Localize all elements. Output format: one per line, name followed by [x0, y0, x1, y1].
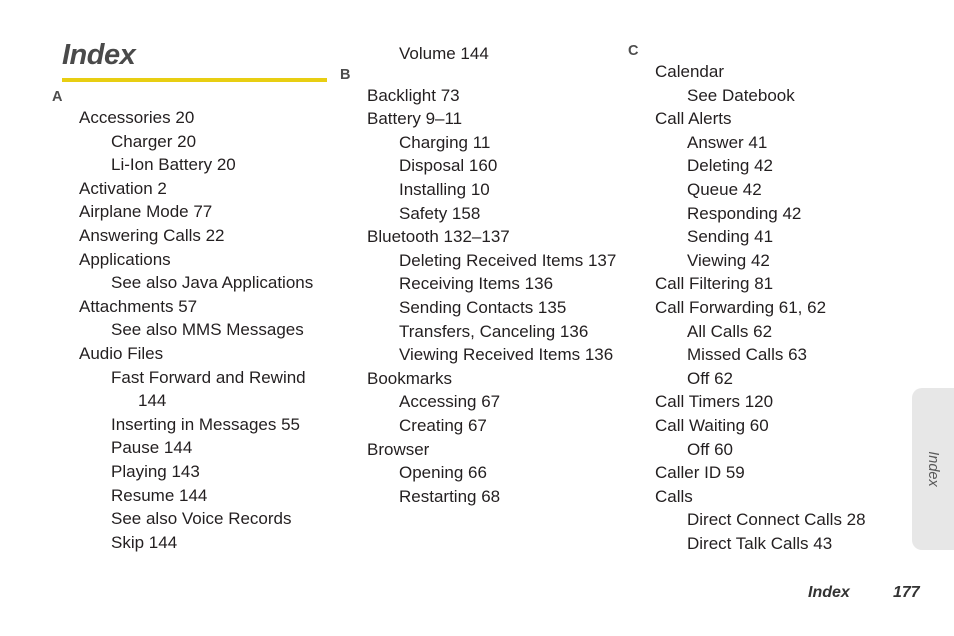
index-entry-level-2: Responding 42: [687, 203, 802, 223]
index-entry-level-1: Backlight 73: [367, 85, 460, 105]
index-entry-level-2: Deleting 42: [687, 156, 774, 176]
index-entry-level-2: Inserting in Messages 55: [111, 414, 300, 434]
index-entry-level-1: Call Alerts: [655, 109, 732, 129]
index-entry-level-1: Bookmarks: [367, 368, 453, 388]
index-columns: A Accessories 20 Charger 20 Li-Ion Battery …: [0, 0, 954, 636]
index-entry-level-2: Direct Connect Calls 28: [687, 510, 866, 530]
index-entry-level-1: Browser: [367, 439, 430, 459]
index-entry-level-1: Audio Files: [79, 343, 164, 363]
index-entry-level-2: Opening 66: [399, 463, 487, 483]
index-entry-level-1: Calls: [655, 486, 693, 506]
index-entry-level-1: Activation 2: [79, 178, 167, 198]
index-entry-level-2: Direct Talk Calls 43: [687, 533, 833, 553]
index-entry-level-2: Off 62: [687, 368, 733, 388]
index-entry-level-2: See also MMS Messages: [111, 320, 304, 340]
index-column-1: A Accessories 20 Charger 20 Li-Ion Battery …: [52, 0, 342, 554]
index-entry-level-1: Call Waiting 60: [655, 415, 769, 435]
index-entry-level-1: Accessories 20: [79, 108, 195, 127]
index-entry-level-2: Pause 144: [111, 438, 193, 458]
index-entry-level-2: Disposal 160: [399, 156, 498, 176]
index-entry-level-1: Attachments 57: [79, 296, 198, 316]
index-entry-level-2: Safety 158: [399, 203, 481, 223]
index-entry-level-1: Caller ID 59: [655, 463, 745, 483]
side-tab[interactable]: Index: [912, 388, 954, 550]
index-entry-level-2: Receiving Items 136: [399, 274, 554, 294]
index-entry-level-1: Call Forwarding 61, 62: [655, 297, 827, 317]
index-entry-level-2: Sending 41: [687, 227, 774, 247]
index-entry-level-2: Viewing Received Items 136: [399, 345, 614, 365]
index-entry-level-2: Sending Contacts 135: [399, 297, 567, 317]
index-entry-level-2: Li-Ion Battery 20: [111, 155, 236, 175]
index-entry-level-2: Transfers, Canceling 136: [399, 321, 589, 341]
index-entry-level-3: 144: [138, 391, 167, 411]
index-entry-level-1: Bluetooth 132–137: [367, 227, 510, 247]
index-column-3: C Calendar See Datebook Call Alerts Answer 4…: [628, 0, 918, 555]
index-entry-level-2: Answer 41: [687, 132, 768, 152]
index-entry-level-2: Charging 11: [399, 132, 491, 152]
index-entry-level-2: Resume 144: [111, 485, 208, 505]
index-entry-level-2: Playing 143: [111, 461, 200, 481]
index-entry-level-2: Off 60: [687, 439, 733, 459]
index-entry-level-2: Viewing 42: [687, 250, 770, 270]
index-entry-level-2: Volume 144: [399, 44, 489, 63]
index-entry-level-1: Answering Calls 22: [79, 225, 225, 245]
index-entry-level-2: Charger 20: [111, 131, 197, 151]
index-entry-level-2: Queue 42: [687, 179, 762, 199]
index-entry-level-2: Skip 144: [111, 532, 178, 552]
index-letter-heading: C: [628, 43, 639, 59]
index-entry-level-1: Call Filtering 81: [655, 274, 774, 294]
index-entry-level-2: Deleting Received Items 137: [399, 250, 617, 270]
index-entry-level-1: Applications: [79, 249, 171, 269]
index-entry-level-1: Calendar: [655, 62, 724, 81]
index-entry-level-1: Call Timers 120: [655, 392, 774, 412]
index-entry-level-2: Installing 10: [399, 179, 490, 199]
index-entry-level-2: See also Voice Records: [111, 509, 292, 529]
index-entry-level-1: Battery 9–11: [367, 109, 463, 129]
index-entry-level-2: See Datebook: [687, 85, 795, 105]
footer-section-label: Index: [808, 584, 850, 601]
index-letter-heading: A: [52, 89, 63, 105]
footer-page-number: 177: [893, 584, 920, 601]
index-column-2: Volume 144 B Backlight 73 Battery 9–11 Charg…: [340, 0, 630, 508]
index-page: Index A Accessories 20 Charger 20 Li-Ion Ba…: [0, 0, 954, 636]
side-tab-label: Index: [925, 451, 941, 487]
index-entry-level-2: Missed Calls 63: [687, 345, 807, 365]
index-entry-level-1: Airplane Mode 77: [79, 202, 213, 222]
index-entry-level-2: Accessing 67: [399, 392, 501, 412]
index-entry-level-2: Restarting 68: [399, 486, 501, 506]
index-entry-level-2: Fast Forward and Rewind: [111, 367, 306, 387]
index-letter-heading: B: [340, 66, 351, 83]
index-entry-level-2: Creating 67: [399, 415, 487, 435]
index-entry-level-2: See also Java Applications: [111, 273, 314, 293]
index-entry-level-2: All Calls 62: [687, 321, 773, 341]
page-footer: Index 177: [0, 582, 954, 606]
